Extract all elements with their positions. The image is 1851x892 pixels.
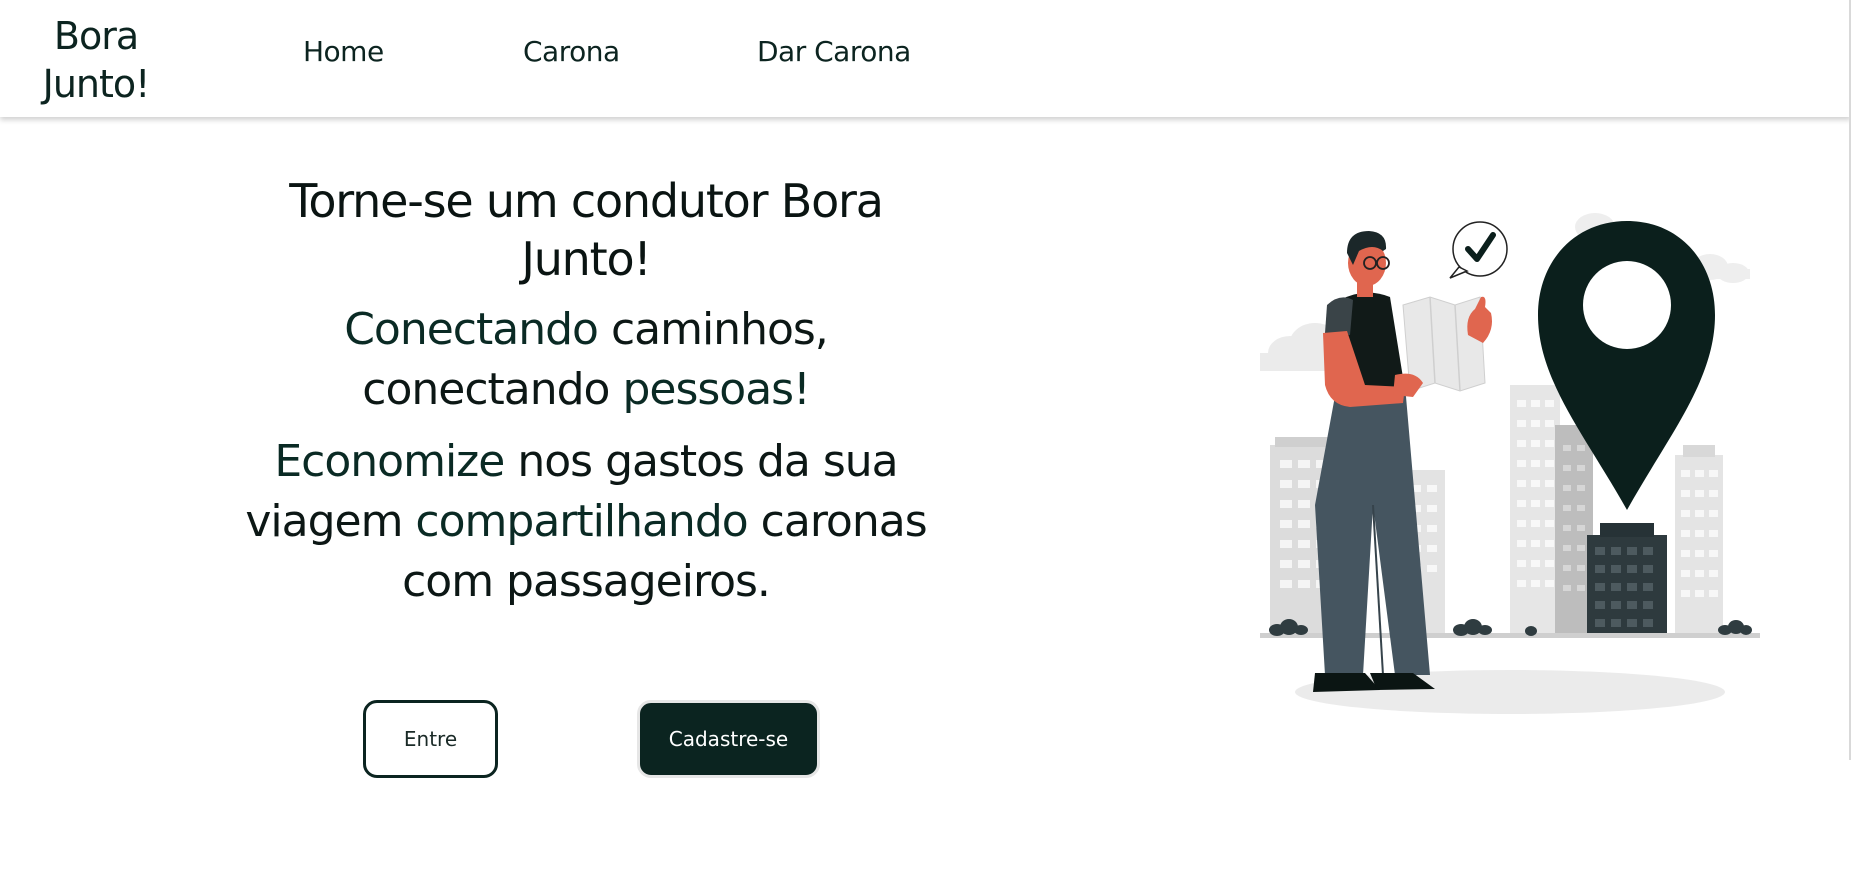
driver-with-map-illustration <box>1260 213 1760 714</box>
hero-title-line-2: Junto! <box>521 232 651 286</box>
signup-button[interactable]: Cadastre-se <box>637 700 820 778</box>
checkmark-icon <box>1449 221 1508 279</box>
person-figure <box>1313 231 1492 692</box>
logo-line-1: Bora <box>53 14 139 58</box>
hero-illustration <box>1255 205 1765 725</box>
pitch-emphasis-2: compartilhando <box>415 496 748 547</box>
logo-line-2: Junto! <box>42 62 151 106</box>
nav-link-dar-carona[interactable]: Dar Carona <box>757 34 911 70</box>
hero-title-line-1: Torne-se um condutor Bora <box>289 174 884 228</box>
brand-logo[interactable]: Bora Junto! <box>26 12 166 108</box>
tagline-emphasis-2: pessoas! <box>622 364 810 415</box>
tagline-text-2: conectando <box>362 364 623 415</box>
pitch-text-2: viagem <box>245 496 416 547</box>
tagline-text-1: caminhos, <box>597 304 829 355</box>
pitch-text-3: caronas <box>747 496 928 547</box>
hero-pitch: Economize nos gastos da sua viagem compar… <box>200 432 972 612</box>
pitch-text-4: com passageiros. <box>402 556 771 607</box>
tagline-emphasis-1: Conectando <box>344 304 599 355</box>
top-navbar: Bora Junto! Home Carona Dar Carona <box>0 0 1851 117</box>
hero-section: Torne-se um condutor Bora Junto! Conecta… <box>200 172 972 612</box>
hero-title: Torne-se um condutor Bora Junto! <box>200 172 972 288</box>
pitch-emphasis-1: Economize <box>274 436 505 487</box>
nav-link-home[interactable]: Home <box>303 34 384 70</box>
login-button[interactable]: Entre <box>363 700 498 778</box>
hero-tagline: Conectando caminhos, conectando pessoas! <box>200 300 972 420</box>
pitch-text-1: nos gastos da sua <box>504 436 898 487</box>
nav-link-carona[interactable]: Carona <box>523 34 620 70</box>
